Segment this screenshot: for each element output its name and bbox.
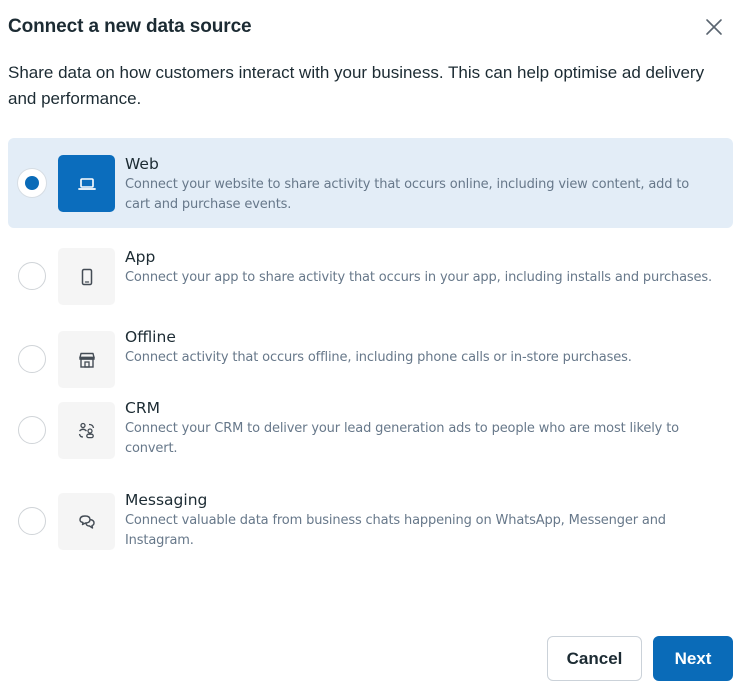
option-title: App (125, 248, 156, 266)
dialog-title: Connect a new data source (8, 16, 252, 37)
cancel-button[interactable]: Cancel (547, 636, 642, 681)
close-button[interactable] (703, 16, 725, 38)
option-icon-box (58, 493, 115, 550)
radio-messaging[interactable] (18, 507, 46, 535)
option-description: Connect your website to share activity t… (125, 177, 690, 212)
radio-web[interactable] (18, 169, 46, 197)
option-title: Offline (125, 328, 176, 346)
radio-offline[interactable] (18, 345, 46, 373)
dialog-header: Connect a new data source (8, 14, 733, 40)
option-title: CRM (125, 399, 160, 417)
option-title: Messaging (125, 491, 208, 509)
option-description: Connect your app to share activity that … (125, 270, 712, 285)
dialog-description: Share data on how customers interact wit… (8, 63, 705, 108)
chat-bubbles-icon (78, 514, 95, 529)
radio-crm[interactable] (18, 416, 46, 444)
dialog-footer: Cancel Next (547, 636, 733, 681)
option-title: Web (125, 155, 159, 173)
laptop-icon (77, 177, 96, 190)
radio-app[interactable] (18, 262, 46, 290)
people-sync-icon (78, 422, 94, 438)
data-source-options: Web Connect your website to share activi… (8, 138, 733, 579)
option-icon-box (58, 402, 115, 459)
storefront-icon (78, 352, 95, 368)
option-web[interactable]: Web Connect your website to share activi… (8, 138, 733, 228)
option-icon-box (58, 248, 115, 305)
option-messaging[interactable]: Messaging Connect valuable data from bus… (8, 489, 733, 579)
option-icon-box (58, 331, 115, 388)
next-button[interactable]: Next (653, 636, 733, 681)
option-crm[interactable]: CRM Connect your CRM to deliver your lea… (8, 397, 733, 489)
option-app[interactable]: App Connect your app to share activity t… (8, 231, 733, 321)
option-description: Connect your CRM to deliver your lead ge… (125, 421, 679, 456)
close-icon (706, 19, 722, 35)
option-description: Connect valuable data from business chat… (125, 513, 666, 548)
option-offline[interactable]: Offline Connect activity that occurs off… (8, 321, 733, 397)
mobile-phone-icon (81, 268, 92, 285)
option-description: Connect activity that occurs offline, in… (125, 350, 632, 365)
option-icon-box (58, 155, 115, 212)
